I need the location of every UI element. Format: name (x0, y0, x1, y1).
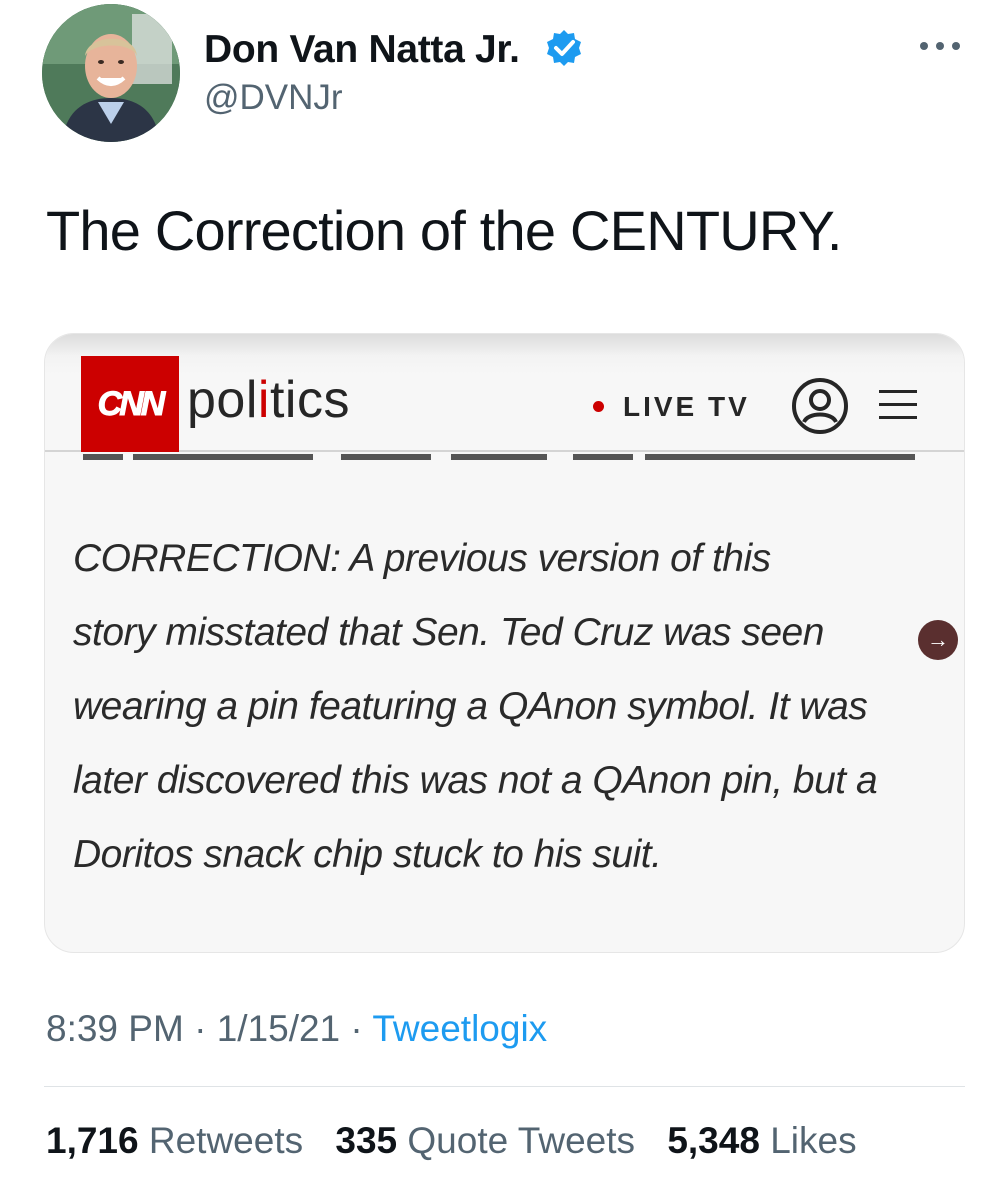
cut-off-text-line (73, 452, 933, 466)
quote-tweets-label: Quote Tweets (407, 1120, 636, 1161)
live-dot-icon (593, 401, 604, 412)
verified-badge-icon (547, 30, 581, 66)
cnn-header: CNN politics LIVE TV (45, 334, 964, 452)
correction-notice: CORRECTION: A previous version of this s… (73, 522, 963, 892)
likes-count: 5,348 (667, 1120, 760, 1161)
section-label-i: i (257, 371, 270, 429)
retweets-label: Retweets (148, 1120, 304, 1161)
tweet-date[interactable]: 1/15/21 (217, 1008, 340, 1049)
tweet-source-link[interactable]: Tweetlogix (372, 1008, 547, 1049)
correction-line: wearing a pin featuring a QAnon symbol. … (73, 685, 868, 728)
handle[interactable]: @DVNJr (204, 78, 343, 118)
tweet-meta: 8:39 PM · 1/15/21 · Tweetlogix (46, 1008, 547, 1050)
quote-tweets-stat[interactable]: 335 Quote Tweets (335, 1120, 635, 1162)
section-label-part2: tics (269, 371, 350, 429)
tweet-media-image[interactable]: CNN politics LIVE TV CORRECTION: A previ… (44, 333, 965, 953)
likes-stat[interactable]: 5,348 Likes (667, 1120, 856, 1162)
arrow-glyph: → (927, 627, 949, 652)
cnn-logo-text: CNN (97, 384, 166, 423)
divider (44, 1086, 965, 1087)
tweet-time[interactable]: 8:39 PM (46, 1008, 184, 1049)
display-name[interactable]: Don Van Natta Jr. (204, 28, 520, 72)
meta-separator: · (183, 1008, 217, 1049)
account-icon (792, 378, 848, 434)
engagement-stats: 1,716 Retweets 335 Quote Tweets 5,348 Li… (46, 1120, 879, 1162)
retweets-stat[interactable]: 1,716 Retweets (46, 1120, 303, 1162)
likes-label: Likes (770, 1120, 857, 1161)
retweets-count: 1,716 (46, 1120, 139, 1161)
section-label: politics (187, 370, 350, 430)
correction-line: CORRECTION: A previous version of this (73, 537, 771, 580)
meta-separator: · (340, 1008, 373, 1049)
avatar[interactable] (42, 4, 180, 142)
tweet-text: The Correction of the CENTURY. (46, 199, 842, 262)
more-options-icon[interactable] (918, 38, 962, 54)
arrow-right-icon: → (918, 620, 958, 660)
quote-tweets-count: 335 (335, 1120, 398, 1161)
correction-line: Doritos snack chip stuck to his suit. (73, 833, 662, 876)
correction-line: story misstated that Sen. Ted Cruz was s… (73, 611, 824, 654)
correction-line: later discovered this was not a QAnon pi… (73, 759, 878, 802)
live-tv-label: LIVE TV (623, 391, 750, 422)
hamburger-menu-icon (879, 390, 917, 419)
section-label-part1: pol (187, 371, 258, 429)
cnn-logo: CNN (81, 356, 179, 452)
profile-photo (42, 4, 180, 142)
